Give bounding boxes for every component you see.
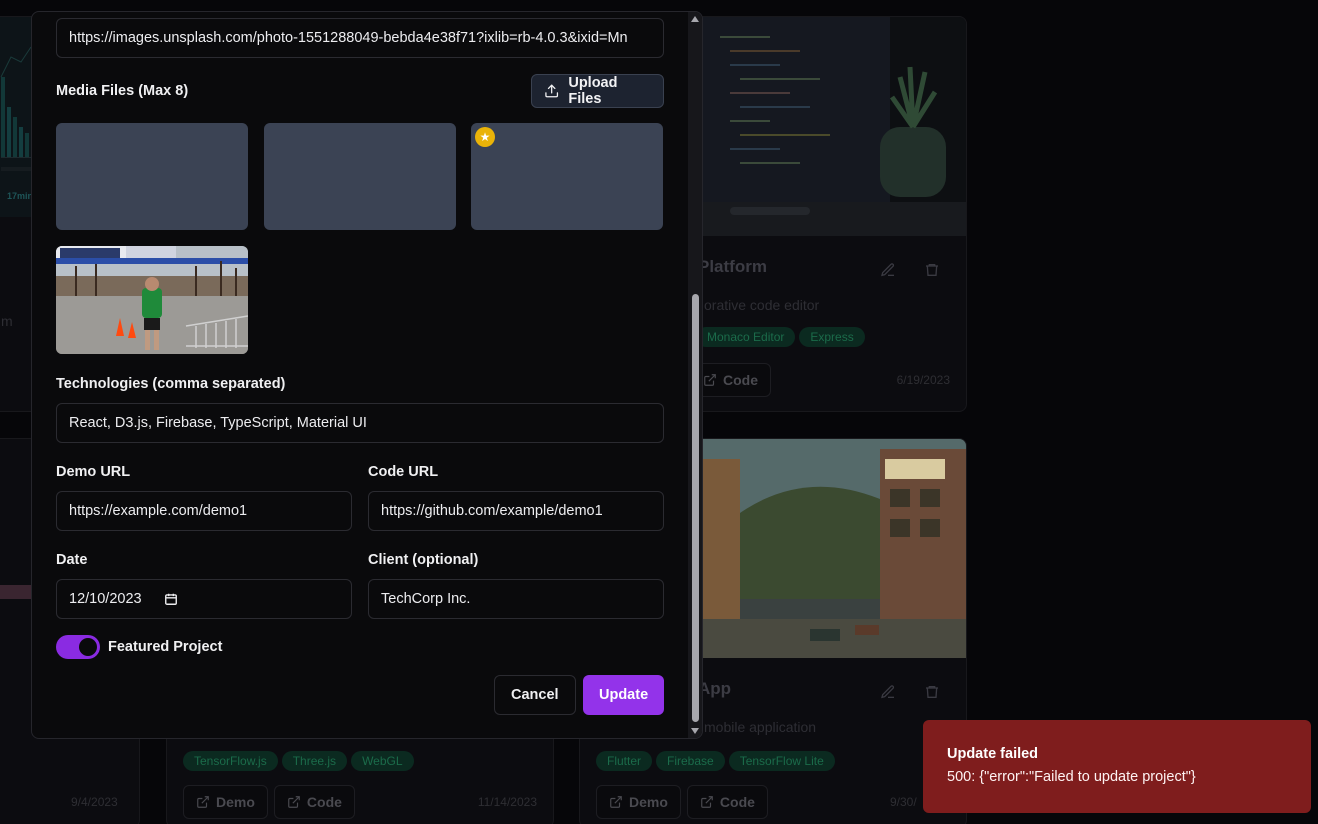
- tag: TensorFlow Lite: [728, 751, 835, 771]
- toggle-knob: [79, 638, 97, 656]
- tag: Monaco Editor: [696, 327, 796, 347]
- external-link-icon: [701, 796, 713, 808]
- card-tags: Monaco Editor Express: [696, 327, 869, 347]
- card-description: mobile application: [704, 719, 817, 735]
- external-link-icon: [197, 796, 209, 808]
- middle-card-date: 11/14/2023: [477, 795, 537, 809]
- client-label: Client (optional): [368, 552, 479, 568]
- card-date: 9/30/: [890, 795, 917, 809]
- demo-url-label: Demo URL: [56, 464, 131, 480]
- date-value: 12/10/2023: [69, 591, 142, 607]
- code-button-label: Code: [306, 794, 342, 810]
- code-button-label: Code: [723, 372, 758, 388]
- technologies-label: Technologies (comma separated): [56, 376, 286, 392]
- runner-photo-image: [56, 246, 248, 354]
- media-thumbnail[interactable]: [264, 123, 456, 230]
- card-title: Platform: [698, 257, 767, 276]
- external-link-icon: [610, 796, 622, 808]
- demo-button[interactable]: Demo: [183, 785, 268, 819]
- tag: Flutter: [596, 751, 653, 771]
- media-photo-runner[interactable]: [56, 246, 248, 354]
- trash-icon[interactable]: [924, 262, 940, 278]
- modal-scrollbar[interactable]: [688, 12, 702, 738]
- tag: TensorFlow.js: [183, 751, 278, 771]
- media-thumbnail[interactable]: [56, 123, 248, 230]
- external-link-icon: [288, 796, 300, 808]
- calendar-icon[interactable]: [164, 592, 178, 606]
- upload-files-label: Upload Files: [568, 75, 618, 107]
- media-files-label: Media Files (Max 8): [56, 83, 189, 99]
- scroll-down-arrow-icon[interactable]: [691, 728, 699, 734]
- middle-card-tags: TensorFlow.js Three.js WebGL: [183, 751, 418, 771]
- demo-button-label: Demo: [216, 794, 255, 810]
- trash-icon[interactable]: [924, 684, 940, 700]
- tag: Express: [799, 327, 865, 347]
- external-link-icon: [704, 374, 716, 386]
- card-actions: Demo Code: [596, 785, 768, 819]
- tag: WebGL: [351, 751, 414, 771]
- demo-button[interactable]: Demo: [596, 785, 681, 819]
- left-card-date: 9/4/2023: [71, 795, 118, 809]
- left-stat-text: 17min: [7, 191, 34, 201]
- code-button-label: Code: [719, 794, 755, 810]
- card-date: 6/19/2023: [896, 373, 950, 387]
- update-button[interactable]: Update: [583, 675, 665, 715]
- scroll-up-arrow-icon[interactable]: [691, 16, 699, 22]
- edit-project-modal: https://images.unsplash.com/photo-155128…: [31, 11, 703, 739]
- code-url-input[interactable]: https://github.com/example/demo1: [368, 491, 664, 531]
- featured-toggle[interactable]: [56, 635, 100, 659]
- image-url-input[interactable]: https://images.unsplash.com/photo-155128…: [56, 18, 664, 58]
- left-card-letter: m: [1, 313, 13, 329]
- upload-icon: [545, 84, 559, 98]
- code-button[interactable]: Code: [686, 785, 768, 819]
- technologies-input[interactable]: React, D3.js, Firebase, TypeScript, Mate…: [56, 403, 664, 443]
- scrollbar-thumb[interactable]: [692, 294, 699, 722]
- middle-card-actions: Demo Code: [183, 785, 355, 819]
- date-input[interactable]: 12/10/2023: [56, 579, 352, 619]
- star-icon: ★: [475, 127, 495, 147]
- featured-label: Featured Project: [108, 639, 223, 655]
- client-input[interactable]: TechCorp Inc.: [368, 579, 664, 619]
- demo-button-label: Demo: [629, 794, 668, 810]
- code-button[interactable]: Code: [273, 785, 355, 819]
- demo-url-input[interactable]: https://example.com/demo1: [56, 491, 352, 531]
- toast-title: Update failed: [947, 746, 1039, 762]
- upload-files-button[interactable]: Upload Files: [531, 74, 664, 108]
- cancel-button[interactable]: Cancel: [494, 675, 576, 715]
- tag: Firebase: [656, 751, 725, 771]
- edit-icon[interactable]: [880, 262, 896, 278]
- tag: Three.js: [281, 751, 348, 771]
- date-label: Date: [56, 552, 88, 568]
- card-description: orative code editor: [704, 297, 820, 313]
- media-thumbnail-featured[interactable]: ★: [471, 123, 663, 230]
- toast-message: 500: {"error":"Failed to update project"…: [947, 769, 1196, 785]
- error-toast[interactable]: Update failed 500: {"error":"Failed to u…: [923, 720, 1311, 813]
- edit-icon[interactable]: [880, 684, 896, 700]
- code-url-label: Code URL: [368, 464, 439, 480]
- card-tags: Flutter Firebase TensorFlow Lite: [596, 751, 839, 771]
